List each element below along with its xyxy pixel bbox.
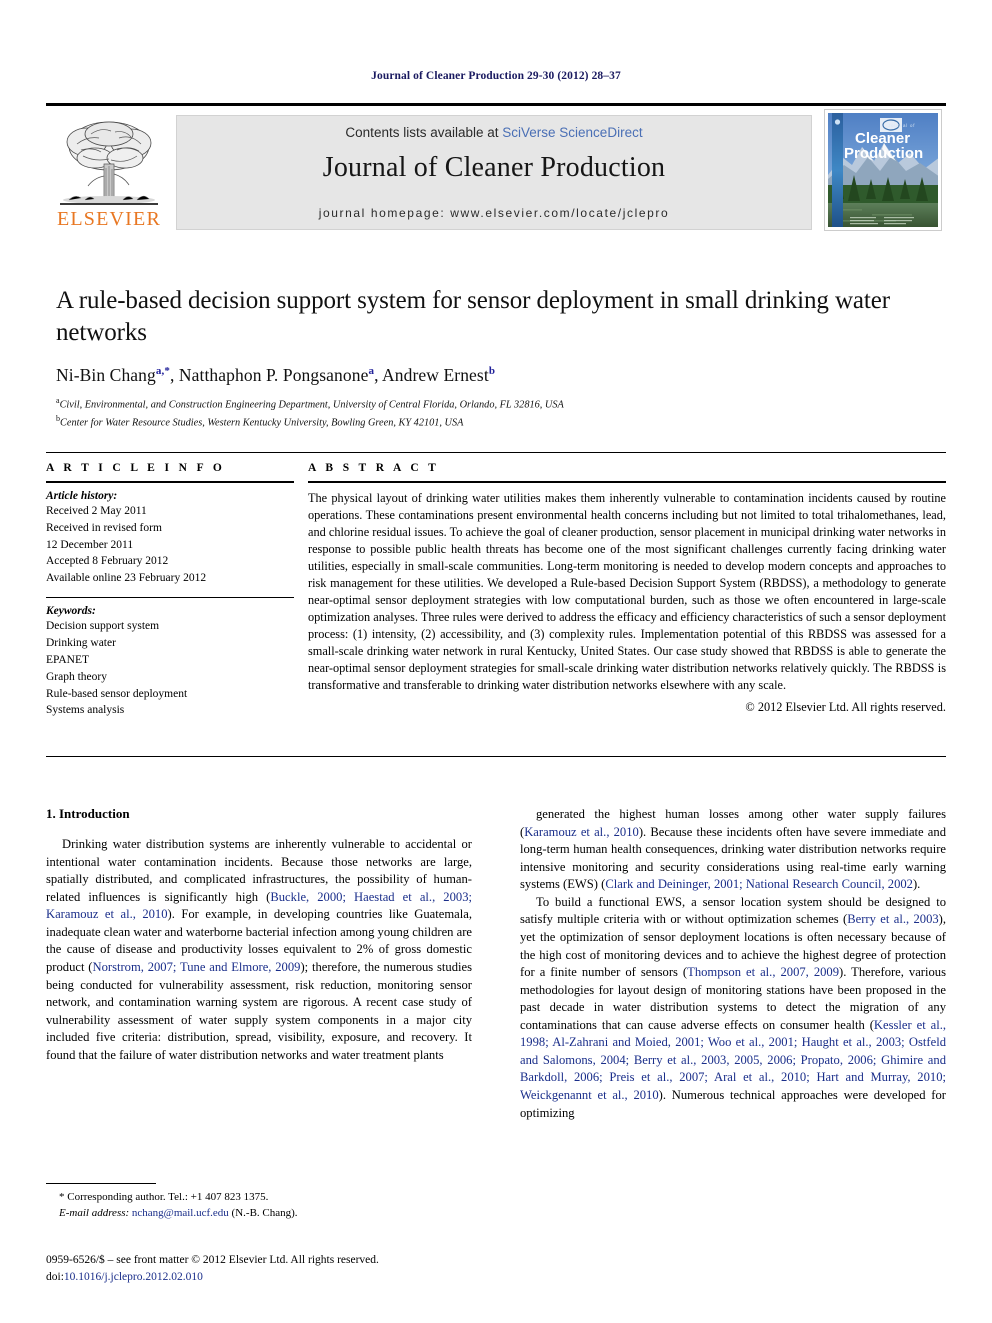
abstract-text: The physical layout of drinking water ut… [308, 491, 946, 693]
section-heading-introduction: 1. Introduction [46, 806, 130, 821]
journal-cover-image: Journal of Cleaner Production [828, 113, 938, 227]
band-bottom-rule [46, 756, 946, 757]
sciencedirect-link[interactable]: SciVerse ScienceDirect [502, 125, 642, 140]
history-item: 12 December 2011 [46, 538, 134, 551]
svg-text:Journal of: Journal of [888, 123, 915, 128]
title-block: A rule-based decision support system for… [56, 285, 936, 431]
keywords-rule [46, 596, 294, 599]
email-line: E-mail address: nchang@mail.ucf.edu (N.-… [46, 1206, 472, 1222]
journal-banner: Contents lists available at SciVerse Sci… [176, 115, 812, 230]
contents-available-line: Contents lists available at SciVerse Sci… [177, 125, 811, 140]
page-footer: 0959-6526/$ – see front matter © 2012 El… [46, 1252, 546, 1287]
body-paragraph: To build a functional EWS, a sensor loca… [520, 894, 947, 1120]
svg-text:Production: Production [844, 145, 923, 162]
article-page: Journal of Cleaner Production 29-30 (201… [0, 0, 992, 1323]
keyword-item: Graph theory [46, 670, 107, 683]
abstract-rule [308, 481, 946, 483]
journal-title: Journal of Cleaner Production [322, 152, 666, 183]
keyword-item: Drinking water [46, 637, 116, 650]
contents-prefix: Contents lists available at [345, 125, 503, 140]
keyword-item: Rule-based sensor deployment [46, 687, 188, 700]
body-paragraph: Drinking water distribution systems are … [46, 837, 472, 1062]
email-label: E-mail address: [59, 1206, 130, 1219]
history-item: Accepted 8 February 2012 [46, 555, 169, 568]
article-history-label: Article history: [46, 490, 118, 502]
article-history-list: Received 2 May 2011 Received in revised … [46, 503, 294, 587]
history-item: Received in revised form [46, 521, 162, 534]
email-suffix: (N.-B. Chang). [231, 1206, 298, 1219]
footnote-rule [46, 1183, 156, 1184]
email-link[interactable]: nchang@mail.ucf.edu [132, 1207, 229, 1219]
doi-line: doi:10.1016/j.jclepro.2012.02.010 [46, 1269, 546, 1286]
issn-copyright-line: 0959-6526/$ – see front matter © 2012 El… [46, 1254, 379, 1266]
keywords-label: Keywords: [46, 605, 96, 618]
masthead-top-rule [46, 103, 946, 106]
elsevier-logo: ELSEVIER [48, 111, 170, 229]
affiliations: aCivil, Environmental, and Construction … [56, 395, 936, 431]
keyword-item: Decision support system [46, 620, 160, 633]
history-item: Available online 23 February 2012 [46, 572, 207, 585]
body-right-column: generated the highest human losses among… [520, 806, 946, 1276]
copyright-line: © 2012 Elsevier Ltd. All rights reserved… [745, 700, 946, 715]
abstract-column: A B S T R A C T The physical layout of d… [308, 462, 946, 719]
affiliation-b: bCenter for Water Resource Studies, West… [56, 414, 464, 429]
doi-label: doi: [46, 1271, 64, 1284]
abstract-heading: A B S T R A C T [308, 462, 440, 474]
running-head: Journal of Cleaner Production 29-30 (201… [371, 70, 621, 82]
band-top-rule [46, 452, 946, 453]
elsevier-wordmark: ELSEVIER [56, 208, 162, 230]
article-info-heading: A R T I C L E I N F O [46, 462, 226, 474]
article-info-rule [46, 481, 294, 483]
keywords-list: Decision support system Drinking water E… [46, 618, 294, 719]
history-item: Received 2 May 2011 [46, 505, 147, 517]
doi-link[interactable]: 10.1016/j.jclepro.2012.02.010 [64, 1271, 203, 1283]
affiliation-a: aCivil, Environmental, and Construction … [56, 396, 564, 411]
keyword-item: Systems analysis [46, 704, 125, 717]
author-list: Ni-Bin Changa,*, Natthaphon P. Pongsanon… [56, 365, 496, 385]
paper-title: A rule-based decision support system for… [56, 287, 891, 346]
article-info-column: A R T I C L E I N F O Article history: R… [46, 462, 308, 719]
corresponding-author-line: * Corresponding author. Tel.: +1 407 823… [59, 1191, 269, 1203]
journal-cover-thumbnail: Journal of Cleaner Production [824, 109, 942, 231]
journal-masthead: ELSEVIER Contents lists available at Sci… [46, 103, 946, 231]
keyword-item: EPANET [46, 653, 90, 666]
body-paragraph: generated the highest human losses among… [520, 807, 946, 892]
corresponding-author-footnote: * Corresponding author. Tel.: +1 407 823… [46, 1183, 472, 1222]
journal-homepage-link[interactable]: journal homepage: www.elsevier.com/locat… [177, 206, 811, 220]
elsevier-tree-icon [60, 121, 158, 205]
